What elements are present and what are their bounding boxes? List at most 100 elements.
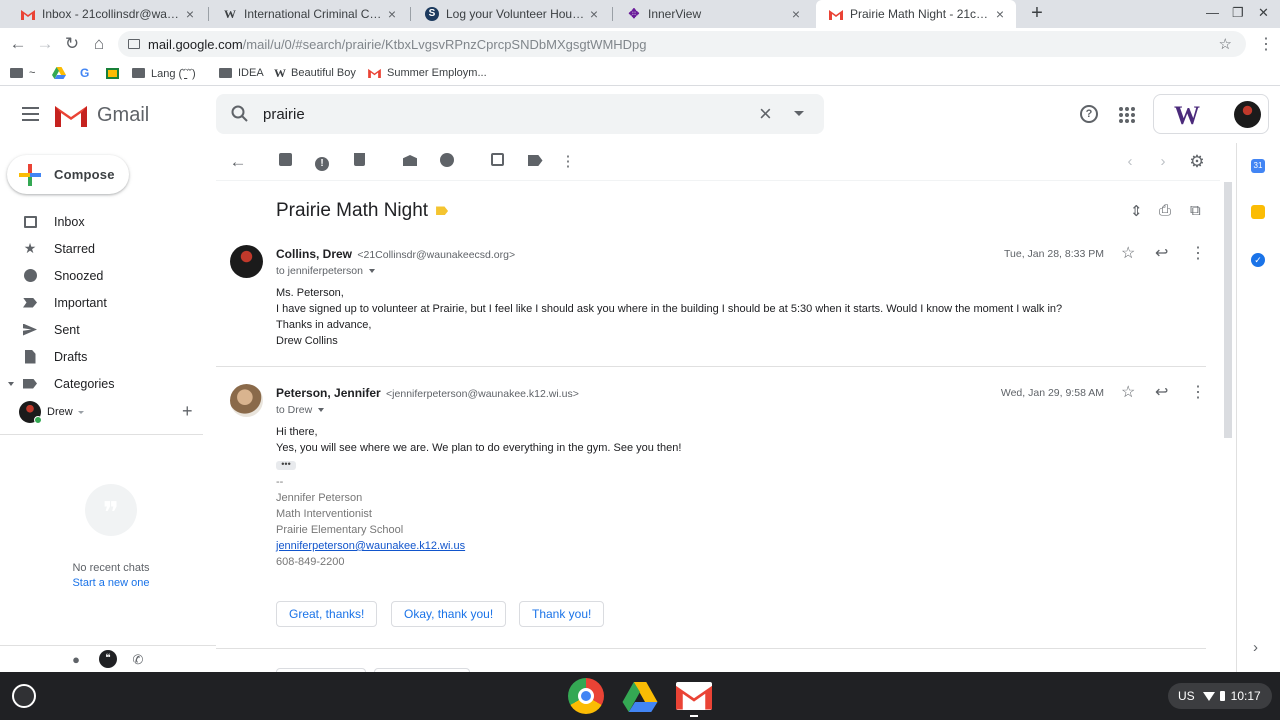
show-details-icon[interactable] [368, 269, 375, 274]
nav-inbox[interactable]: Inbox [0, 208, 216, 235]
back-to-search-icon[interactable]: ← [229, 153, 247, 171]
nav-snoozed[interactable]: Snoozed [0, 262, 216, 289]
forward-icon[interactable]: → [35, 34, 55, 54]
hangouts-user[interactable]: Drew + [19, 400, 209, 424]
smart-reply-button[interactable]: Okay, thank you! [391, 601, 507, 627]
tab-icc[interactable]: W International Criminal Court - W × [210, 0, 408, 28]
search-options-icon[interactable] [794, 111, 804, 116]
chrome-menu-icon[interactable]: ⋮ [1258, 34, 1274, 54]
message-more-icon[interactable]: ⋮ [1190, 382, 1206, 402]
archive-icon[interactable] [276, 153, 294, 171]
mark-unread-icon[interactable] [401, 153, 419, 171]
bookmark-summer-employment[interactable]: Summer Employm... [368, 65, 487, 81]
tab-innerview[interactable]: ✥ InnerView × [614, 0, 812, 28]
bookmark-folder-idea[interactable]: IDEA [219, 65, 264, 81]
status-dropdown-icon[interactable] [77, 410, 84, 414]
close-icon[interactable]: × [384, 6, 400, 22]
reply-icon[interactable]: ↩ [1155, 243, 1168, 263]
smart-reply-button[interactable]: Thank you! [519, 601, 605, 627]
snooze-icon[interactable] [438, 153, 456, 171]
nav-drafts[interactable]: Drafts [0, 343, 216, 370]
show-details-icon[interactable] [318, 408, 325, 413]
smart-reply-button[interactable]: Great, thanks! [276, 601, 378, 627]
close-icon[interactable]: × [788, 6, 804, 22]
bookmark-beautiful-boy[interactable]: W Beautiful Boy [274, 65, 356, 81]
close-icon[interactable]: × [992, 6, 1008, 22]
sender-avatar[interactable] [230, 245, 263, 278]
older-icon[interactable]: › [1154, 153, 1172, 171]
delete-icon[interactable] [350, 153, 368, 171]
restore-icon[interactable]: ❐ [1232, 5, 1244, 21]
calendar-icon[interactable]: 31 [1251, 159, 1265, 173]
tab-inbox[interactable]: Inbox - 21collinsdr@waunakeec × [8, 0, 206, 28]
bookmark-classroom[interactable] [106, 65, 119, 81]
search-input[interactable]: prairie [263, 106, 305, 123]
reload-icon[interactable]: ↻ [62, 34, 82, 54]
status-tray[interactable]: US 10:17 [1168, 683, 1272, 709]
contacts-icon[interactable]: ● [68, 652, 84, 668]
labels-icon[interactable] [526, 153, 544, 171]
sender-line[interactable]: Collins, Drew <21Collinsdr@waunakeecsd.o… [276, 247, 515, 261]
recipient-line[interactable]: to Drew [276, 404, 325, 416]
nav-important[interactable]: Important [0, 289, 216, 316]
new-chat-plus-icon[interactable]: + [182, 401, 193, 422]
scrollbar-thumb[interactable] [1224, 182, 1232, 438]
new-tab-button[interactable]: + [1026, 3, 1048, 25]
keep-icon[interactable] [1251, 205, 1265, 219]
tab-prairie-math-night[interactable]: Prairie Math Night - 21collinsdr@ × [816, 0, 1016, 28]
tasks-icon[interactable]: ✓ [1251, 253, 1265, 267]
newer-icon[interactable]: ‹ [1121, 153, 1139, 171]
move-to-icon[interactable] [488, 153, 506, 171]
nav-starred[interactable]: ★ Starred [0, 235, 216, 262]
close-window-icon[interactable]: ✕ [1258, 5, 1269, 21]
expand-panel-icon[interactable]: › [1253, 639, 1258, 656]
drive-app-icon[interactable] [622, 682, 658, 712]
clear-search-icon[interactable]: × [759, 101, 772, 127]
print-icon[interactable]: ⎙ [1159, 202, 1171, 219]
sender-line[interactable]: Peterson, Jennifer <jenniferpeterson@wau… [276, 386, 579, 400]
search-icon[interactable] [230, 104, 250, 124]
expand-arrow-icon[interactable] [8, 381, 14, 386]
star-message-icon[interactable]: ☆ [1121, 243, 1135, 263]
settings-gear-icon[interactable]: ⚙ [1188, 153, 1206, 171]
gmail-logo-icon[interactable] [55, 103, 87, 127]
minimize-icon[interactable]: — [1206, 5, 1219, 20]
bookmark-folder-home[interactable]: ~ [10, 65, 35, 81]
address-bar[interactable]: mail.google.com/mail/u/0/#search/prairie… [118, 31, 1246, 57]
sender-avatar[interactable] [230, 384, 263, 417]
back-icon[interactable]: ← [8, 34, 28, 54]
star-message-icon[interactable]: ☆ [1121, 382, 1135, 402]
compose-button[interactable]: Compose [7, 155, 129, 194]
account-avatar[interactable] [1234, 101, 1261, 128]
help-icon[interactable]: ? [1080, 105, 1098, 123]
bookmark-drive[interactable] [52, 65, 66, 81]
bookmark-star-icon[interactable]: ☆ [1219, 35, 1232, 53]
signature-email-link[interactable]: jenniferpeterson@waunakee.k12.wi.us [276, 540, 465, 552]
collapse-all-icon[interactable]: ⇕ [1130, 202, 1143, 220]
phone-icon[interactable]: ✆ [130, 652, 146, 668]
close-icon[interactable]: × [182, 6, 198, 22]
search-box[interactable]: prairie × [216, 94, 824, 134]
show-trimmed-content-icon[interactable]: ••• [276, 460, 296, 470]
nav-categories[interactable]: Categories [0, 370, 216, 397]
launcher-icon[interactable] [12, 684, 36, 708]
chrome-app-icon[interactable] [568, 678, 604, 714]
message-more-icon[interactable]: ⋮ [1190, 243, 1206, 263]
thread-scrollbar[interactable] [1223, 182, 1233, 672]
reply-icon[interactable]: ↩ [1155, 382, 1168, 402]
account-area[interactable]: W [1153, 94, 1269, 134]
bookmark-folder-lang[interactable]: Lang (˘‵̱˘) [132, 65, 196, 81]
google-apps-icon[interactable] [1119, 107, 1135, 123]
gmail-app-icon[interactable] [676, 682, 712, 710]
close-icon[interactable]: × [586, 6, 602, 22]
main-menu-icon[interactable] [22, 107, 39, 121]
page-info-icon[interactable] [128, 39, 140, 49]
tab-volunteer[interactable]: S Log your Volunteer Hours | Scho × [412, 0, 610, 28]
start-new-chat-link[interactable]: Start a new one [0, 577, 222, 589]
recipient-line[interactable]: to jenniferpeterson [276, 265, 375, 277]
nav-sent[interactable]: Sent [0, 316, 216, 343]
report-spam-icon[interactable]: ! [313, 153, 331, 171]
home-icon[interactable]: ⌂ [89, 34, 109, 54]
bookmark-google[interactable]: G [80, 65, 89, 81]
more-actions-icon[interactable]: ⋮ [559, 153, 577, 171]
